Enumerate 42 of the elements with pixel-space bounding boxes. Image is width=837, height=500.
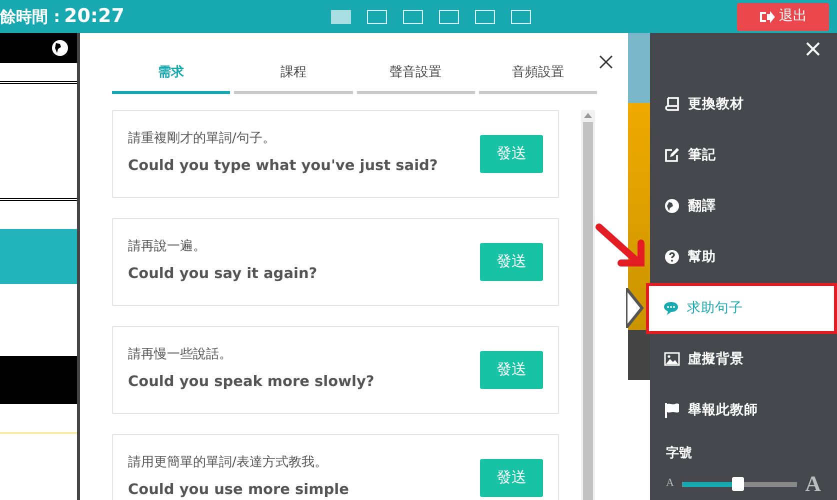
chat-bubble-icon bbox=[663, 300, 679, 316]
menu-item[interactable]: 幫助 bbox=[650, 232, 837, 282]
layout-icon[interactable] bbox=[474, 10, 495, 24]
chinese-phrase: 請再說一遍。 bbox=[128, 238, 207, 256]
layout-icon[interactable] bbox=[438, 10, 459, 24]
book-icon bbox=[664, 96, 680, 112]
globe-icon[interactable] bbox=[51, 39, 69, 57]
help-icon bbox=[664, 249, 680, 265]
image-icon bbox=[664, 351, 680, 367]
layout-icon[interactable] bbox=[510, 10, 531, 24]
slider-thumb[interactable] bbox=[732, 476, 744, 490]
photo-placeholder bbox=[628, 33, 650, 103]
tab[interactable]: 聲音設置 bbox=[356, 62, 475, 94]
english-phrase: Could you type what you've just said? bbox=[128, 157, 439, 176]
menu-item[interactable]: 舉報此教師 bbox=[650, 384, 837, 436]
english-phrase: Could you say it again? bbox=[128, 265, 318, 284]
tab[interactable]: 音頻設置 bbox=[478, 62, 597, 94]
large-text-label: A bbox=[805, 470, 821, 498]
small-text-label: A bbox=[666, 476, 674, 492]
font-size-label: 字號 bbox=[666, 444, 693, 462]
menu-item[interactable]: 筆記 bbox=[650, 130, 837, 180]
flag-icon bbox=[664, 402, 680, 418]
menu-item[interactable]: 更換教材 bbox=[650, 78, 837, 130]
tab[interactable]: 課程 bbox=[234, 62, 352, 94]
exit-icon bbox=[758, 10, 775, 24]
layout-icon[interactable] bbox=[366, 10, 387, 24]
layout-icon[interactable] bbox=[402, 10, 423, 24]
edit-icon bbox=[664, 147, 680, 163]
menu-item[interactable]: 虛擬背景 bbox=[650, 334, 837, 384]
exit-button[interactable]: 退出 bbox=[736, 2, 829, 30]
close-button[interactable] bbox=[805, 41, 821, 57]
chinese-phrase: 請再慢一些說話。 bbox=[128, 346, 233, 364]
timer-label: 餘時間 : bbox=[0, 6, 60, 28]
chinese-phrase: 請用更簡單的單詞/表達方式教我。 bbox=[128, 454, 328, 472]
layout-icon[interactable] bbox=[330, 10, 351, 24]
chinese-phrase: 請重複剛才的單詞/句子。 bbox=[128, 130, 276, 148]
english-phrase: Could you use more simple bbox=[128, 481, 350, 500]
scrollbar[interactable] bbox=[581, 110, 595, 500]
globe-icon bbox=[664, 198, 680, 214]
timer-value: 20:27 bbox=[64, 4, 124, 30]
english-phrase: Could you speak more slowly? bbox=[128, 373, 376, 392]
menu-item[interactable]: 翻譯 bbox=[650, 180, 837, 232]
